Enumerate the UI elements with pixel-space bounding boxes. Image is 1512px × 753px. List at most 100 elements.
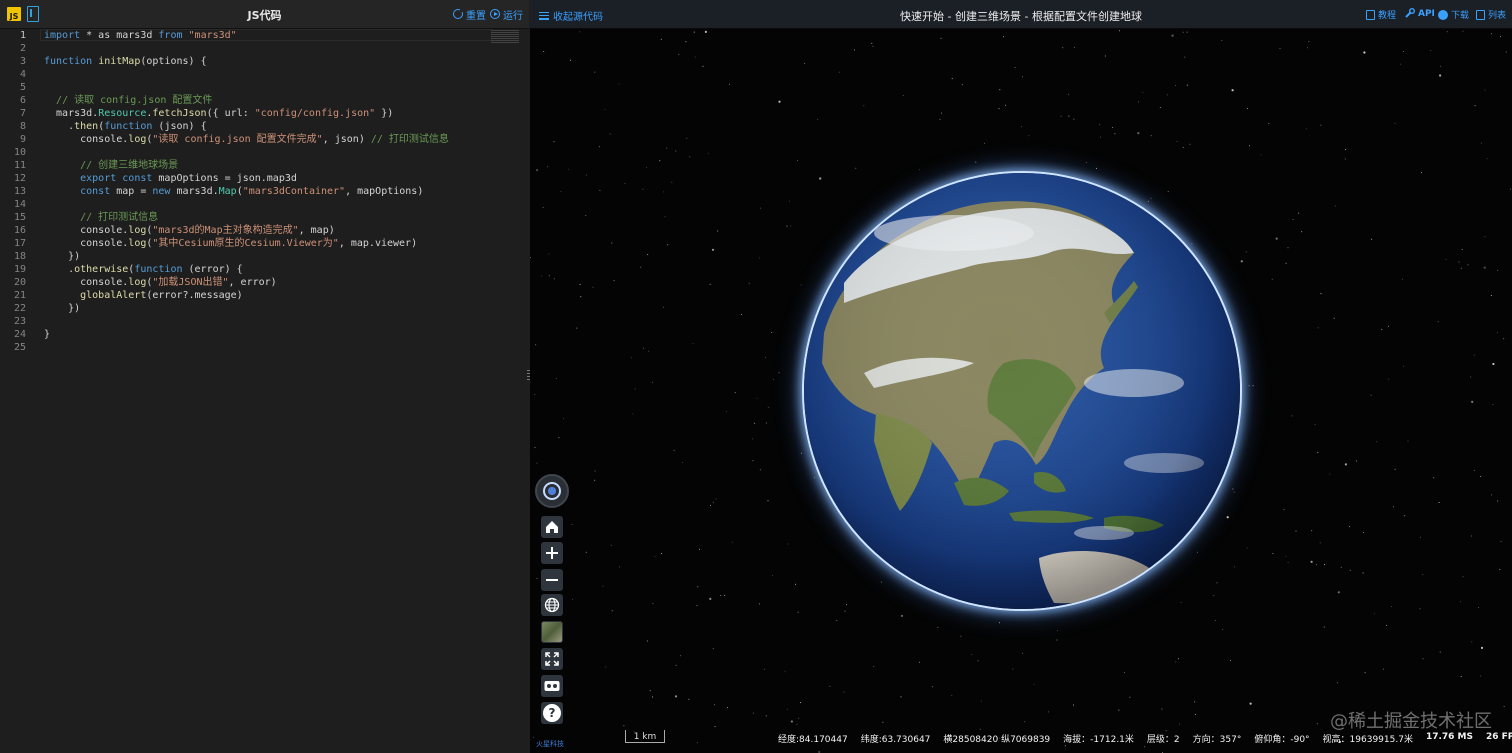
- code-text: .otherwise(function (error) {: [44, 264, 243, 275]
- line-number: 21: [13, 290, 26, 301]
- code-line[interactable]: 8 .then(function (json) {: [0, 120, 529, 133]
- wrench-icon: [1405, 8, 1415, 18]
- line-number: 17: [13, 238, 26, 249]
- terrain-thumbnail-icon: [542, 622, 562, 642]
- scene-mode-button[interactable]: [541, 594, 563, 616]
- globe-icon: [544, 597, 560, 613]
- vr-button[interactable]: [541, 675, 563, 697]
- code-line[interactable]: 13 const map = new mars3d.Map("mars3dCon…: [0, 185, 529, 198]
- status-altitude: 海拔：-1712.1米: [1063, 735, 1134, 745]
- line-number: 16: [13, 225, 26, 236]
- earth-globe[interactable]: [804, 173, 1240, 609]
- code-line[interactable]: 16 console.log("mars3d的Map主对象构造完成", map): [0, 224, 529, 237]
- book-icon: [1366, 9, 1375, 20]
- code-text: // 读取 config.json 配置文件: [56, 95, 213, 106]
- status-heading: 方向：357°: [1192, 735, 1242, 745]
- code-line[interactable]: 5: [0, 81, 529, 94]
- download-label: 下载: [1451, 11, 1470, 21]
- code-text: function initMap(options) {: [44, 56, 207, 67]
- code-line[interactable]: 24}: [0, 328, 529, 341]
- code-line[interactable]: 11 // 创建三维地球场景: [0, 159, 529, 172]
- line-number: 11: [13, 160, 26, 171]
- line-number: 4: [19, 69, 26, 80]
- status-longitude: 经度:84.170447: [778, 735, 848, 745]
- compass-navigator[interactable]: [535, 474, 569, 508]
- editor-header: JS JS代码 重置 运行: [0, 0, 529, 29]
- line-number: 13: [13, 186, 26, 197]
- reset-button[interactable]: 重置: [453, 7, 486, 22]
- minus-icon: [545, 573, 559, 587]
- code-line[interactable]: 21 globalAlert(error?.message): [0, 289, 529, 302]
- run-label: 运行: [503, 10, 523, 22]
- code-text: // 创建三维地球场景: [80, 160, 179, 171]
- list-link[interactable]: 列表: [1476, 8, 1506, 21]
- code-line[interactable]: 22 }): [0, 302, 529, 315]
- status-fps: 26 FPS: [1486, 732, 1512, 742]
- code-line[interactable]: 23: [0, 315, 529, 328]
- page-title: 快速开始 - 创建三维场景 - 根据配置文件创建地球: [900, 10, 1142, 23]
- line-number: 12: [13, 173, 26, 184]
- line-number: 20: [13, 277, 26, 288]
- status-bar: 经度:84.170447 纬度:63.730647 横28508420 纵706…: [778, 732, 1512, 745]
- reset-label: 重置: [466, 10, 486, 22]
- code-text: console.log("读取 config.json 配置文件完成", jso…: [44, 134, 449, 145]
- code-text: console.log("其中Cesium原生的Cesium.Viewer为",…: [44, 238, 418, 249]
- compass-icon: [543, 482, 561, 500]
- line-number: 22: [13, 303, 26, 314]
- editor-title: JS代码: [247, 9, 282, 22]
- line-number: 14: [13, 199, 26, 210]
- code-line[interactable]: 1 import * as mars3d from "mars3d": [0, 29, 529, 42]
- code-line[interactable]: 17 console.log("其中Cesium原生的Cesium.Viewer…: [0, 237, 529, 250]
- line-number: 3: [19, 56, 26, 67]
- line-number: 25: [13, 342, 26, 353]
- status-latitude: 纬度:63.730647: [860, 735, 931, 745]
- line-number: 7: [19, 108, 26, 119]
- code-line[interactable]: 20 console.log("加载JSON出错", error): [0, 276, 529, 289]
- api-link[interactable]: API: [1404, 8, 1435, 19]
- zoom-in-button[interactable]: [541, 542, 563, 564]
- zoom-out-button[interactable]: [541, 569, 563, 591]
- code-line[interactable]: 12 export const mapOptions = json.map3d: [0, 172, 529, 185]
- fullscreen-button[interactable]: [541, 648, 563, 670]
- code-minimap[interactable]: [491, 30, 519, 44]
- code-line[interactable]: 10: [0, 146, 529, 159]
- watermark: @稀土掘金技术社区: [1330, 711, 1492, 732]
- code-line[interactable]: 4: [0, 68, 529, 81]
- line-number: 5: [19, 82, 26, 93]
- code-line[interactable]: 15 // 打印测试信息: [0, 211, 529, 224]
- line-number: 1: [19, 30, 26, 41]
- code-line[interactable]: 7 mars3d.Resource.fetchJson({ url: "conf…: [0, 107, 529, 120]
- line-number: 9: [19, 134, 26, 145]
- basemap-button[interactable]: [541, 621, 563, 643]
- line-number: 23: [13, 316, 26, 327]
- code-line[interactable]: 2: [0, 42, 529, 55]
- code-line[interactable]: 14: [0, 198, 529, 211]
- line-number: 19: [13, 264, 26, 275]
- help-button[interactable]: ?: [541, 702, 563, 724]
- run-button[interactable]: 运行: [490, 7, 523, 22]
- code-text: export const mapOptions = json.map3d: [80, 173, 297, 184]
- code-text: globalAlert(error?.message): [80, 290, 243, 301]
- question-icon: ?: [543, 704, 561, 722]
- line-number: 2: [19, 43, 26, 54]
- code-editor-pane: JS JS代码 重置 运行 1 import * as mars3d from "…: [0, 0, 530, 753]
- line-number: 6: [19, 95, 26, 106]
- tutorial-link[interactable]: 教程: [1366, 8, 1396, 21]
- code-line[interactable]: 9 console.log("读取 config.json 配置文件完成", j…: [0, 133, 529, 146]
- plus-icon: [545, 546, 559, 560]
- code-line[interactable]: 3 function initMap(options) {: [0, 55, 529, 68]
- home-button[interactable]: [541, 516, 563, 538]
- play-icon: [490, 9, 500, 19]
- status-level: 层级：2: [1146, 735, 1180, 745]
- code-line[interactable]: 6 // 读取 config.json 配置文件: [0, 94, 529, 107]
- code-line[interactable]: 18 }): [0, 250, 529, 263]
- code-text: console.log("加载JSON出错", error): [44, 277, 277, 288]
- code-text: .then(function (json) {: [44, 121, 207, 132]
- code-area[interactable]: 1 import * as mars3d from "mars3d" 2 3 funct…: [0, 28, 529, 353]
- code-line[interactable]: 19 .otherwise(function (error) {: [0, 263, 529, 276]
- vr-headset-icon: [544, 680, 560, 692]
- map-header: 收起源代码 快速开始 - 创建三维场景 - 根据配置文件创建地球 教程 API …: [530, 0, 1512, 29]
- code-line[interactable]: 25: [0, 341, 529, 354]
- download-link[interactable]: 下载: [1438, 8, 1469, 21]
- map-pane[interactable]: 收起源代码 快速开始 - 创建三维场景 - 根据配置文件创建地球 教程 API …: [530, 0, 1512, 753]
